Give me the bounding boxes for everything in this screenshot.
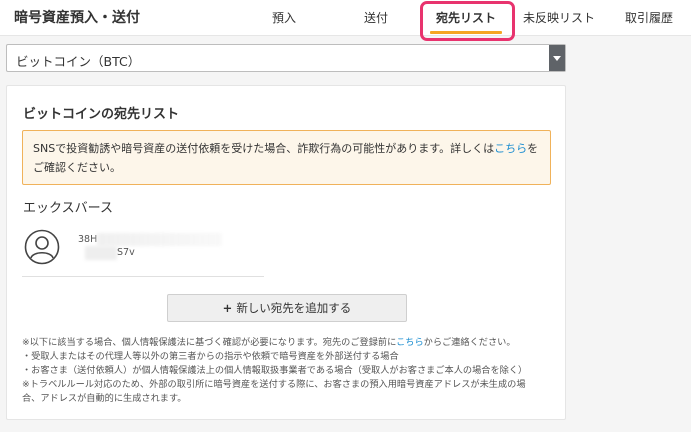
note-text: ※以下に該当する場合、個人情報保護法に基づく確認が必要になります。宛先のご登録前…	[22, 337, 397, 348]
currency-select-value: ビットコイン（BTC）	[16, 54, 141, 69]
note-line: 合、アドレスが自動的に生成されます。	[22, 393, 187, 404]
note-line: ・お客さま（送付依頼人）が個人情報保護法上の個人情報取扱事業者である場合（受取人…	[22, 365, 528, 376]
address-redaction-2	[85, 246, 117, 260]
dropdown-toggle[interactable]	[549, 45, 565, 71]
tab-send[interactable]: 送付	[364, 9, 388, 26]
notes-contact-link[interactable]: こちら	[396, 337, 424, 348]
divider	[22, 276, 264, 277]
address-suffix: S7v	[117, 247, 135, 258]
note-line: ※以下に該当する場合、個人情報保護法に基づく確認が必要になります。宛先のご登録前…	[22, 336, 557, 350]
address-prefix: 38H	[78, 234, 98, 245]
plus-icon: +	[222, 301, 233, 315]
contact-name: エックスバース	[23, 201, 113, 216]
note-line: ※トラベルルール対応のため、外部の取引所に暗号資産を送付する際に、お客さまの預入…	[22, 379, 526, 390]
tab-pending-list[interactable]: 未反映リスト	[523, 9, 595, 26]
currency-select[interactable]: ビットコイン（BTC）	[6, 44, 566, 72]
user-avatar-icon[interactable]	[24, 229, 60, 265]
address-redaction	[97, 233, 222, 246]
top-header: 暗号資産預入・送付 預入 送付 宛先リスト 未反映リスト 取引履歴	[0, 0, 691, 36]
tab-highlight-annotation	[420, 1, 515, 41]
notes-section: ※以下に該当する場合、個人情報保護法に基づく確認が必要になります。宛先のご登録前…	[22, 336, 557, 406]
address-list-card: ビットコインの宛先リスト SNSで投資勧誘や暗号資産の送付依頼を受けた場合、詐欺…	[6, 85, 566, 420]
page-title: 暗号資産預入・送付	[14, 10, 140, 26]
tab-deposit[interactable]: 預入	[272, 9, 296, 26]
note-text: からご連絡ください。	[423, 337, 516, 348]
fraud-warning-box: SNSで投資勧誘や暗号資産の送付依頼を受けた場合、詐欺行為の可能性があります。詳…	[22, 130, 551, 185]
warning-details-link[interactable]: こちら	[494, 142, 527, 155]
chevron-down-icon	[553, 56, 561, 61]
add-address-label: 新しい宛先を追加する	[236, 301, 352, 315]
tab-history[interactable]: 取引履歴	[625, 9, 673, 26]
add-address-button[interactable]: + 新しい宛先を追加する	[167, 294, 407, 322]
warning-text: SNSで投資勧誘や暗号資産の送付依頼を受けた場合、詐欺行為の可能性があります。詳…	[33, 142, 495, 155]
note-line: ・受取人またはその代理人等以外の第三者からの指示や依頼で暗号資産を外部送付する場…	[22, 351, 399, 362]
card-title: ビットコインの宛先リスト	[23, 107, 180, 122]
